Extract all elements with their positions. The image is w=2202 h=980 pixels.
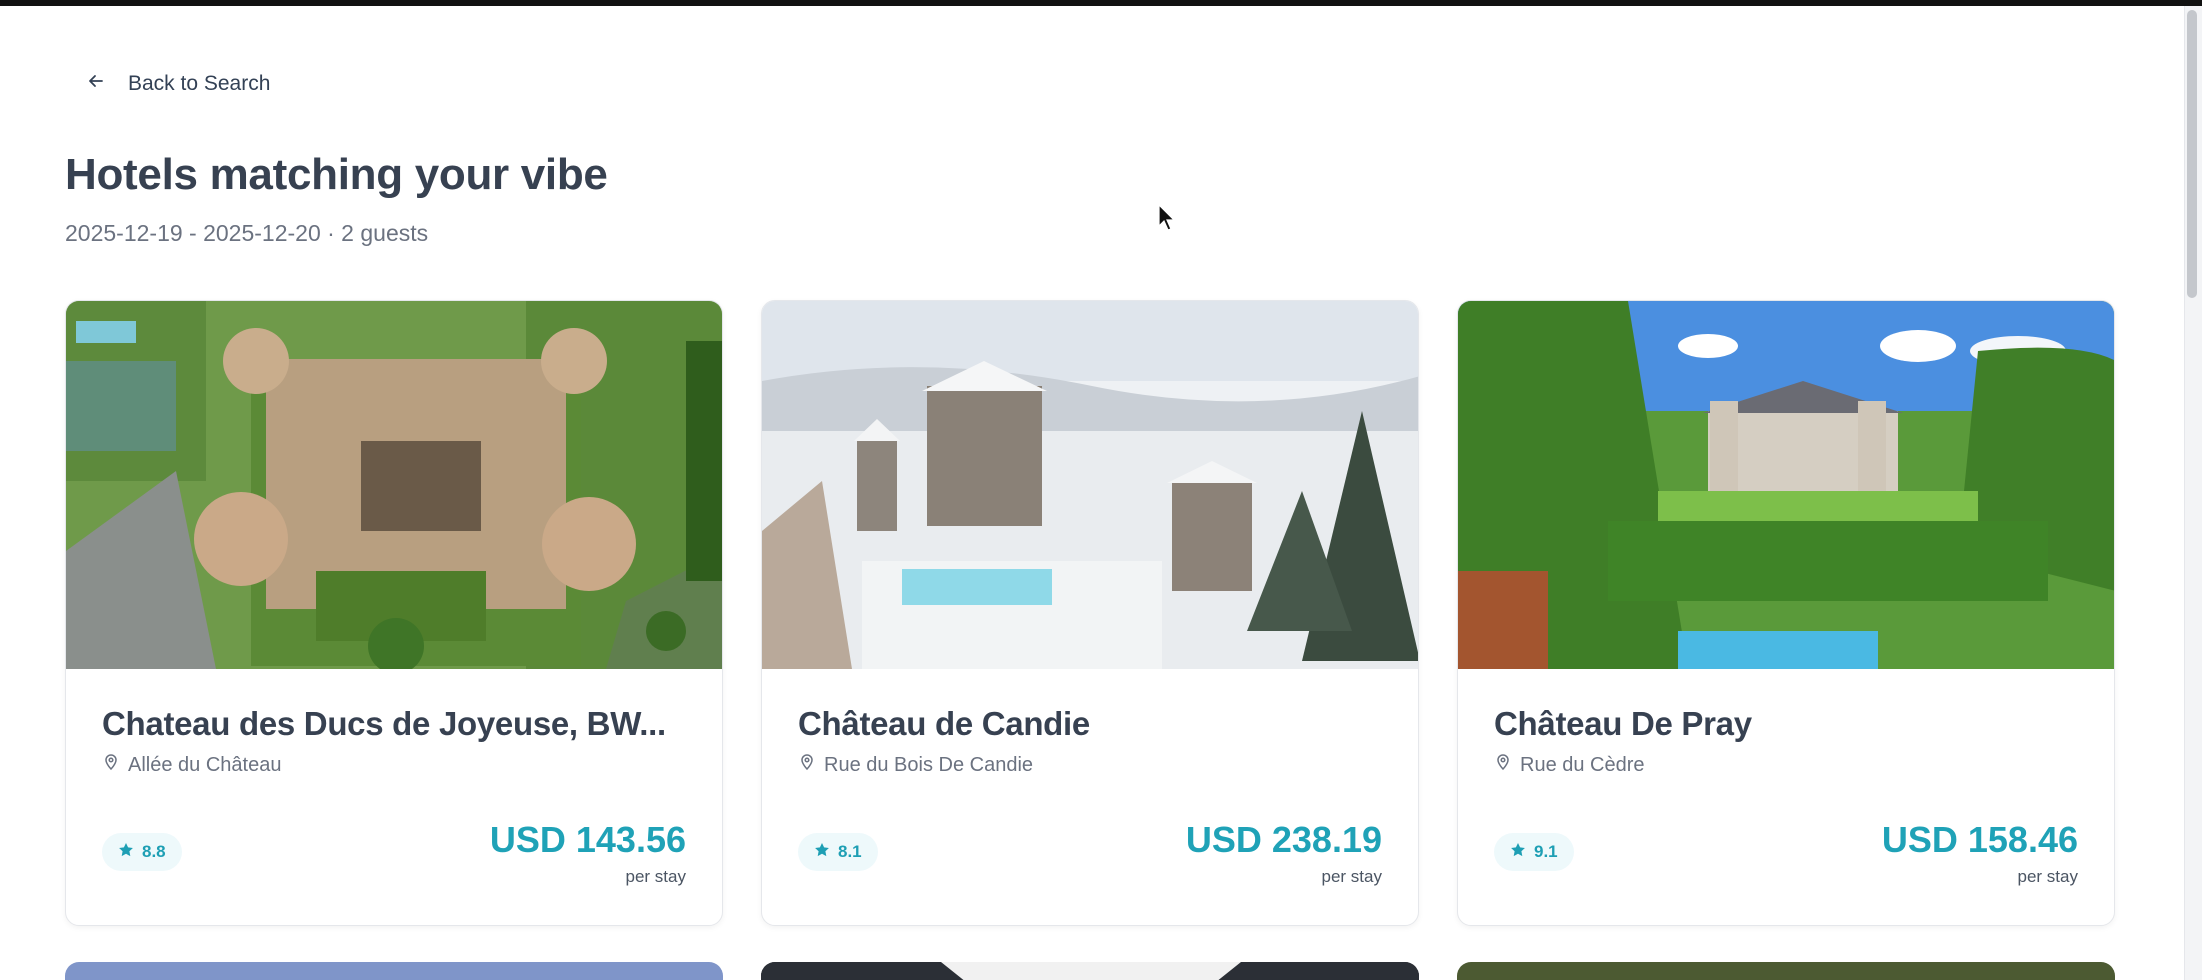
back-link-label: Back to Search [128, 72, 271, 95]
map-pin-icon [798, 753, 816, 777]
hotel-name[interactable]: Château De Pray [1494, 705, 2084, 743]
price-unit: per stay [625, 867, 686, 886]
scrollbar-thumb[interactable] [2187, 10, 2197, 298]
mouse-cursor-icon [1158, 203, 1176, 232]
hotel-photo[interactable] [66, 301, 722, 669]
hotel-card-photo-partial[interactable] [65, 962, 723, 980]
hotel-name[interactable]: Chateau des Ducs de Joyeuse, BW... [102, 705, 692, 743]
star-icon [118, 842, 134, 863]
hotel-price: USD 143.56 [489, 819, 686, 860]
hotel-address: Allée du Château [102, 753, 281, 777]
search-summary: 2025-12-19 - 2025-12-20 · 2 guests [65, 220, 429, 246]
rating-badge: 9.1 [1494, 833, 1574, 871]
hotel-address-text: Allée du Château [128, 753, 282, 776]
hotel-photo[interactable] [762, 301, 1418, 669]
rating-badge: 8.1 [798, 833, 878, 871]
rating-badge: 8.8 [102, 833, 182, 871]
hotel-price: USD 158.46 [1881, 819, 2078, 860]
hotel-card[interactable]: Chateau des Ducs de Joyeuse, BW... Allée… [65, 300, 723, 926]
rating-value: 8.1 [838, 842, 862, 861]
hotel-card[interactable]: Château De Pray Rue du Cèdre 9.1 USD 158… [1457, 300, 2115, 926]
page-title: Hotels matching your vibe [65, 150, 608, 199]
hotel-address: Rue du Cèdre [1494, 753, 1645, 777]
star-icon [814, 842, 830, 863]
hotel-card-photo-partial[interactable] [761, 962, 1419, 980]
hotel-photo[interactable] [1458, 301, 2114, 669]
hotel-address: Rue du Bois De Candie [798, 753, 1033, 777]
price-unit: per stay [2017, 867, 2078, 886]
hotel-card-photo-partial[interactable] [1457, 962, 2115, 980]
window-top-bar [0, 0, 2202, 6]
back-to-search-link[interactable]: Back to Search [86, 66, 270, 102]
hotel-address-text: Rue du Cèdre [1520, 753, 1645, 776]
hotel-price: USD 238.19 [1185, 819, 1382, 860]
map-pin-icon [1494, 753, 1512, 777]
price-unit: per stay [1321, 867, 1382, 886]
hotel-name[interactable]: Château de Candie [798, 705, 1388, 743]
star-icon [1510, 842, 1526, 863]
rating-value: 8.8 [142, 842, 166, 861]
hotel-card[interactable]: Château de Candie Rue du Bois De Candie … [761, 300, 1419, 926]
rating-value: 9.1 [1534, 842, 1558, 861]
map-pin-icon [102, 753, 120, 777]
arrow-left-icon [86, 71, 106, 97]
hotel-address-text: Rue du Bois De Candie [824, 753, 1034, 776]
